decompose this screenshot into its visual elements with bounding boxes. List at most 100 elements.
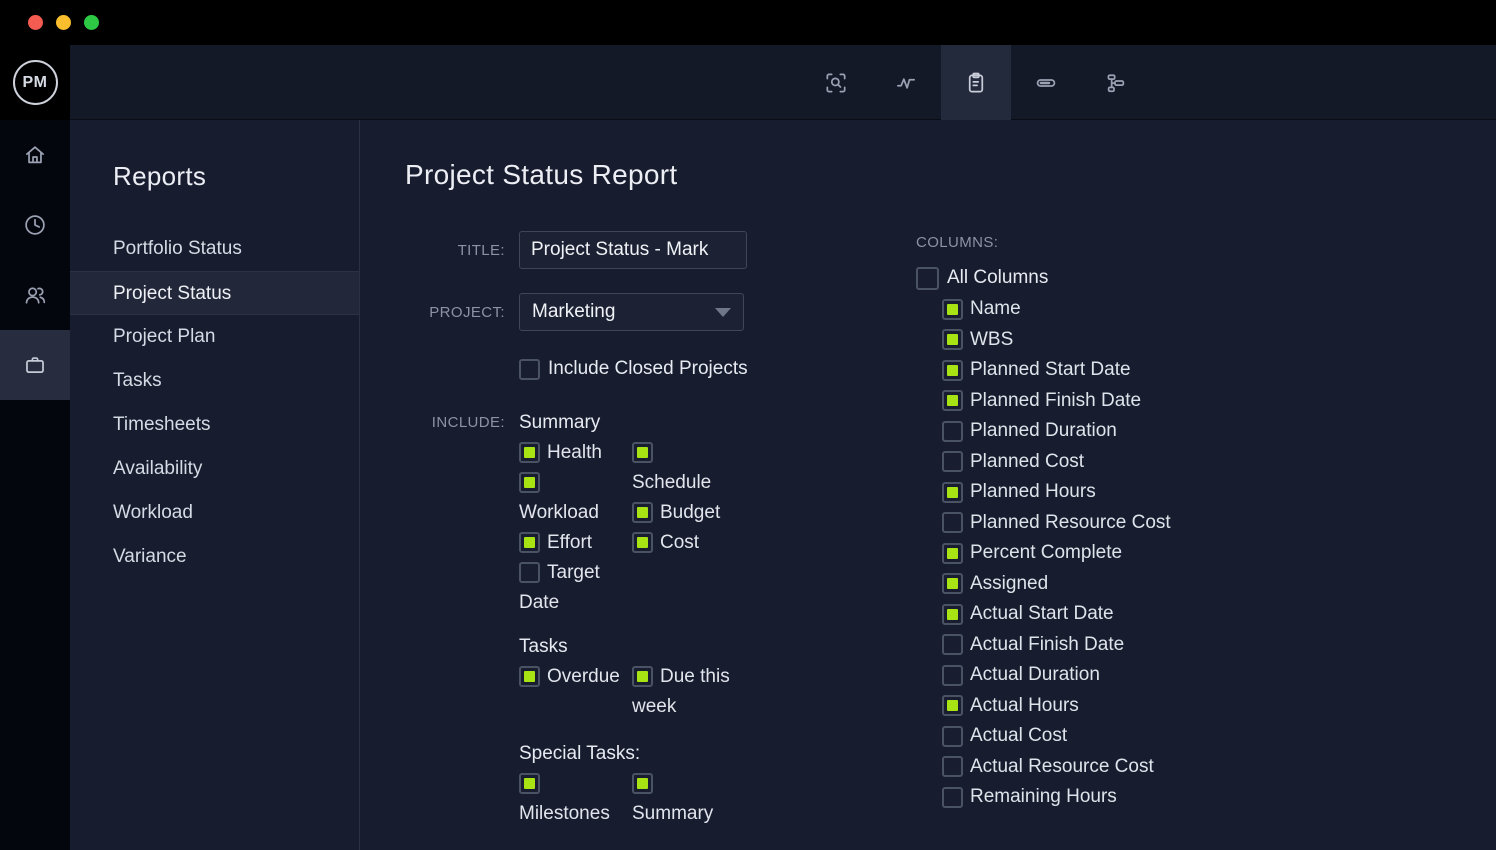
checkbox-label: Planned Cost: [970, 451, 1084, 473]
project-select[interactable]: Marketing: [519, 293, 744, 331]
sidebar-item-project-status[interactable]: Project Status: [70, 271, 359, 315]
checkbox[interactable]: [942, 360, 963, 381]
column-item-actual-finish-date[interactable]: Actual Finish Date: [942, 630, 1171, 661]
sidebar-item-portfolio-status[interactable]: Portfolio Status: [70, 227, 359, 271]
column-item-percent-complete[interactable]: Percent Complete: [942, 538, 1171, 569]
column-item-planned-hours[interactable]: Planned Hours: [942, 477, 1171, 508]
include-item-overdue[interactable]: Overdue: [519, 662, 624, 692]
checkbox[interactable]: [942, 665, 963, 686]
column-item-actual-cost[interactable]: Actual Cost: [942, 721, 1171, 752]
sidebar-item-variance[interactable]: Variance: [70, 535, 359, 579]
checkbox-label: Remaining Hours: [970, 786, 1117, 808]
close-window-button[interactable]: [28, 15, 43, 30]
checkbox[interactable]: [942, 482, 963, 503]
zoom-window-button[interactable]: [84, 15, 99, 30]
checkbox[interactable]: [942, 695, 963, 716]
all-columns-checkbox[interactable]: [916, 267, 939, 290]
sidebar-item-tasks[interactable]: Tasks: [70, 359, 359, 403]
zoom-search-icon[interactable]: [801, 45, 871, 120]
sidebar-title: Reports: [113, 160, 359, 192]
include-item-summary[interactable]: Summary: [632, 769, 737, 829]
include-item-target-date[interactable]: Target Date: [519, 558, 624, 618]
reports-sidebar: Reports Portfolio Status Project Status …: [70, 120, 360, 850]
include-item-schedule[interactable]: Schedule: [632, 438, 737, 498]
column-item-planned-duration[interactable]: Planned Duration: [942, 416, 1171, 447]
checkbox-label: Planned Resource Cost: [970, 512, 1171, 534]
include-item-budget[interactable]: Budget: [632, 498, 737, 528]
report-title-input[interactable]: [519, 231, 747, 269]
checkbox[interactable]: [519, 666, 540, 687]
checkbox[interactable]: [942, 329, 963, 350]
include-item-workload[interactable]: Workload: [519, 468, 624, 528]
column-item-name[interactable]: Name: [942, 294, 1171, 325]
reports-icon[interactable]: [941, 45, 1011, 120]
checkbox[interactable]: [942, 756, 963, 777]
column-item-planned-resource-cost[interactable]: Planned Resource Cost: [942, 508, 1171, 539]
column-item-wbs[interactable]: WBS: [942, 325, 1171, 356]
checkbox[interactable]: [942, 726, 963, 747]
include-item-milestones[interactable]: Milestones: [519, 769, 624, 829]
column-item-actual-start-date[interactable]: Actual Start Date: [942, 599, 1171, 630]
checkbox[interactable]: [519, 532, 540, 553]
sidebar-item-project-plan[interactable]: Project Plan: [70, 315, 359, 359]
checkbox[interactable]: [942, 299, 963, 320]
checkbox[interactable]: [632, 773, 653, 794]
time-icon[interactable]: [0, 190, 70, 260]
activity-icon[interactable]: [871, 45, 941, 120]
column-item-assigned[interactable]: Assigned: [942, 569, 1171, 600]
column-item-planned-start-date[interactable]: Planned Start Date: [942, 355, 1171, 386]
checkbox[interactable]: [942, 787, 963, 808]
include-item-cost[interactable]: Cost: [632, 528, 737, 558]
include-item-effort[interactable]: Effort: [519, 528, 624, 558]
project-select-value: Marketing: [532, 301, 615, 323]
checkbox[interactable]: [942, 512, 963, 533]
workflow-icon[interactable]: [1081, 45, 1151, 120]
column-item-planned-finish-date[interactable]: Planned Finish Date: [942, 386, 1171, 417]
all-columns-item[interactable]: All Columns: [916, 262, 1171, 294]
checkbox[interactable]: [632, 532, 653, 553]
checkbox[interactable]: [519, 472, 540, 493]
checkbox[interactable]: [942, 451, 963, 472]
sidebar-item-workload[interactable]: Workload: [70, 491, 359, 535]
checkbox[interactable]: [942, 573, 963, 594]
team-icon[interactable]: [0, 260, 70, 330]
checkbox-label: Actual Resource Cost: [970, 756, 1154, 778]
minimize-window-button[interactable]: [56, 15, 71, 30]
include-item-due-this-week[interactable]: Due this week: [632, 662, 737, 722]
column-item-planned-cost[interactable]: Planned Cost: [942, 447, 1171, 478]
include-closed-checkbox[interactable]: [519, 359, 540, 380]
include-item-health[interactable]: Health: [519, 438, 624, 468]
checkbox[interactable]: [632, 666, 653, 687]
topnav-spacer: [70, 45, 801, 119]
include-options: Summary Health Workload Effort Target Da…: [519, 408, 745, 829]
column-item-actual-hours[interactable]: Actual Hours: [942, 691, 1171, 722]
checkbox[interactable]: [942, 634, 963, 655]
column-item-actual-duration[interactable]: Actual Duration: [942, 660, 1171, 691]
include-section-tasks: Tasks Overdue Due this week: [519, 632, 745, 722]
checkbox[interactable]: [942, 604, 963, 625]
topnav-icon-group: [801, 45, 1151, 119]
columns-list: Name WBS Planned Start Date Planned Fini…: [916, 294, 1171, 813]
checkbox[interactable]: [632, 442, 653, 463]
checkbox[interactable]: [942, 421, 963, 442]
column-item-actual-resource-cost[interactable]: Actual Resource Cost: [942, 752, 1171, 783]
column-item-remaining-hours[interactable]: Remaining Hours: [942, 782, 1171, 813]
report-form: TITLE: PROJECT: Marketing Include Closed…: [405, 192, 916, 829]
checkbox[interactable]: [942, 543, 963, 564]
checkbox[interactable]: [519, 442, 540, 463]
checkbox[interactable]: [519, 773, 540, 794]
main-content: Project Status Report TITLE: PROJECT: Ma…: [360, 120, 1496, 850]
checkbox-label: Workload: [519, 502, 599, 523]
app-logo[interactable]: PM: [0, 45, 70, 120]
timeline-icon[interactable]: [1011, 45, 1081, 120]
include-section-heading: Summary: [519, 408, 745, 438]
sidebar-item-timesheets[interactable]: Timesheets: [70, 403, 359, 447]
home-icon[interactable]: [0, 120, 70, 190]
checkbox[interactable]: [942, 390, 963, 411]
sidebar-item-availability[interactable]: Availability: [70, 447, 359, 491]
checkbox-label: Cost: [660, 532, 699, 553]
checkbox[interactable]: [632, 502, 653, 523]
projects-icon[interactable]: [0, 330, 70, 400]
checkbox-label: Actual Hours: [970, 695, 1079, 717]
checkbox[interactable]: [519, 562, 540, 583]
